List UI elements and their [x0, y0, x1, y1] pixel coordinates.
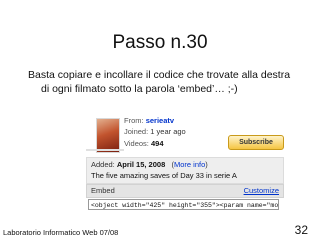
joined-label: Joined:	[124, 127, 149, 136]
video-info-panel: Added: April 15, 2008 (More info) The fi…	[86, 157, 284, 184]
videos-label: Videos:	[124, 139, 149, 148]
videos-count: 494	[150, 139, 164, 148]
avatar-divider	[86, 149, 124, 151]
bullet-line-1: Basta copiare e incollare il codice che …	[28, 69, 291, 81]
subscribe-button[interactable]: Subscribe	[228, 135, 284, 150]
videos-row: Videos: 494	[124, 139, 164, 149]
joined-value: 1 year ago	[150, 127, 186, 136]
from-row: From: serieatv	[124, 116, 174, 126]
added-date: April 15, 2008	[116, 160, 166, 169]
added-row: Added: April 15, 2008 (More info)	[91, 160, 208, 169]
embed-label: Embed	[91, 186, 115, 195]
customize-link[interactable]: Customize	[244, 186, 279, 196]
joined-row: Joined: 1 year ago	[124, 127, 186, 137]
page-number: 32	[294, 223, 308, 237]
embed-code-field[interactable]: <object width="425" height="355"><param …	[88, 199, 279, 210]
bullet-text: Basta copiare e incollare il codice che …	[28, 68, 308, 96]
slide-title: Passo n.30	[112, 32, 208, 53]
more-info-link[interactable]: More info	[174, 160, 205, 169]
footer-text: Laboratorio Informatico Web 07/08	[3, 228, 119, 237]
channel-user-link[interactable]: serieatv	[146, 116, 174, 125]
from-label: From:	[124, 116, 144, 125]
added-label: Added:	[91, 160, 115, 169]
channel-avatar[interactable]	[96, 118, 120, 153]
video-description: The five amazing saves of Day 33 in seri…	[91, 171, 237, 180]
embed-header: Embed Customize	[86, 184, 284, 198]
bullet-line-2: di ogni filmato sotto la parola ‘embed’……	[41, 83, 238, 95]
